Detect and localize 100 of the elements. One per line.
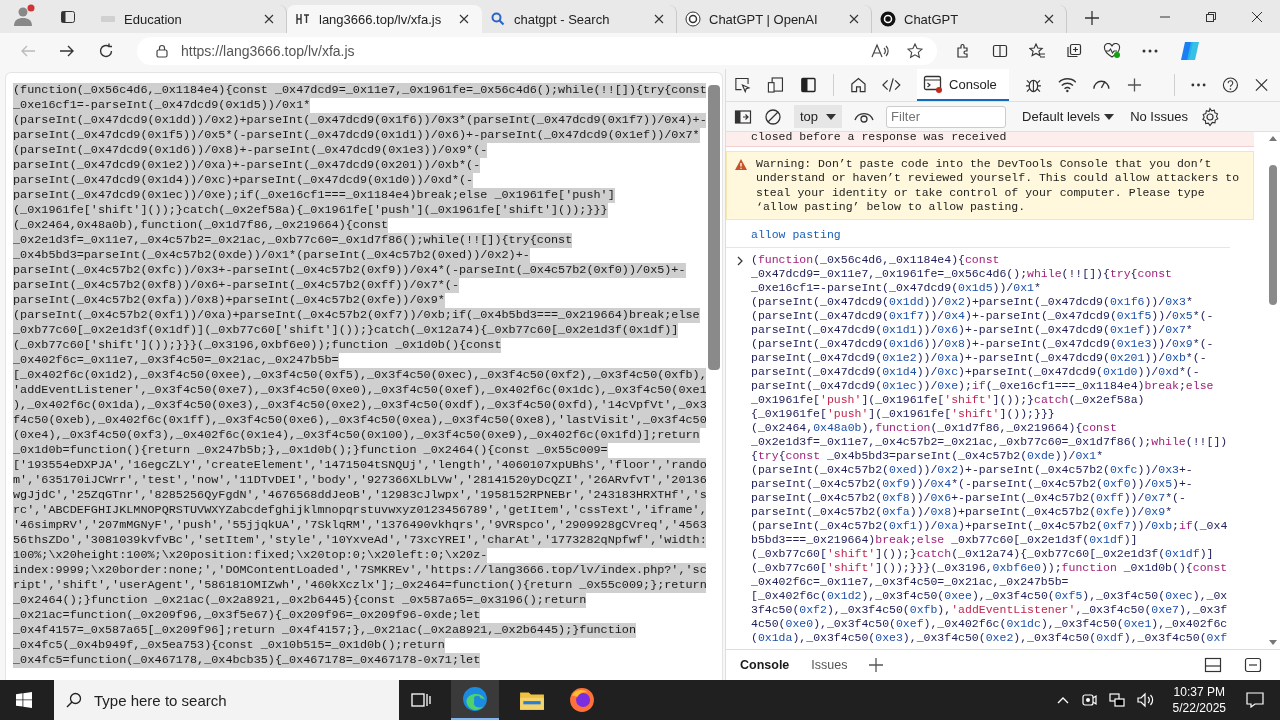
more-icon[interactable]: [1142, 49, 1158, 53]
console-command-text: allow pasting: [751, 227, 841, 241]
code-line: parseInt(_0x47dcd9(0x1ec))/0xe);if(_0xe16cf1===_0x1184e4)break;else: [751, 379, 1215, 393]
more-icon[interactable]: [1191, 83, 1207, 87]
network-icon[interactable]: [1108, 692, 1125, 708]
code-line: {try{const _0x4b5bd3=parseInt(_0x4c57b2(0xde))/0x1*: [751, 449, 1105, 463]
levels-dropdown[interactable]: Default levels: [1022, 109, 1115, 124]
code-line: _0x1961fe['push'](_0x1961fe['shift']());}catch(_0x2ef58a): [751, 393, 1146, 407]
context-dropdown[interactable]: top: [794, 105, 843, 128]
caret-icon: [1104, 113, 1115, 120]
plus-icon[interactable]: [1127, 77, 1143, 93]
search-icon: [490, 11, 506, 27]
code-line: parseInt(_0x47dcd9(0x1d4))/0xc)+parseInt(_0x47dcd9(0x1d0))/0xd*(-: [751, 365, 1201, 379]
clear-icon[interactable]: [764, 107, 782, 126]
inspect-icon[interactable]: [734, 76, 751, 94]
taskbar-search-field[interactable]: Type here to search: [54, 680, 399, 720]
code-line: _0x47dcd9=_0x11e7,_0x1961fe=_0x56c4d6();while(!![]){try{const: [751, 267, 1173, 281]
edge-icon[interactable]: [462, 686, 488, 712]
code-line: 3f4c50(0xf2),_0x3f4c50(0xfb),'addEventListener',_0x3f4c50(0xe7),_0x3f: [751, 603, 1228, 617]
close-icon[interactable]: [1252, 11, 1262, 22]
speaker-icon[interactable]: [1136, 692, 1155, 708]
search-icon: [66, 692, 82, 708]
close-icon[interactable]: [1044, 14, 1054, 24]
collections-icon[interactable]: [1066, 43, 1082, 59]
issues-count[interactable]: No Issues: [1130, 109, 1188, 124]
help-icon[interactable]: [1222, 76, 1239, 94]
scroll-down-icon[interactable]: [1269, 640, 1277, 645]
console-tab[interactable]: Console: [917, 69, 1009, 101]
close-icon[interactable]: [459, 14, 469, 24]
console-icon: [923, 75, 944, 93]
close-icon[interactable]: [849, 14, 859, 24]
address-bar[interactable]: https://lang3666.top/lv/xfa.js: [137, 37, 937, 65]
tab-actions-icon[interactable]: [60, 9, 76, 25]
chevron-icon[interactable]: [737, 256, 743, 266]
folder-icon[interactable]: [519, 689, 545, 711]
close-icon[interactable]: [1254, 78, 1268, 92]
dock-icon[interactable]: [1204, 657, 1222, 673]
scroll-thumb[interactable]: [1269, 165, 1277, 305]
warning-icon: [735, 158, 747, 170]
browser-tab[interactable]: lang3666.top/lv/xfa.js: [287, 5, 482, 33]
refresh-icon[interactable]: [98, 43, 114, 59]
read-aloud-icon[interactable]: [871, 43, 889, 59]
forward-icon[interactable]: [59, 43, 75, 59]
code-line: parseInt(_0x4c57b2(0xf9))/0x4*(-parseInt(_0x4c57b2(0xf0))/0x5)+-: [751, 477, 1194, 491]
drawer-tab[interactable]: Console: [740, 658, 790, 672]
caret-icon: [826, 113, 837, 120]
profile-icon[interactable]: [12, 4, 36, 28]
meet-now-icon[interactable]: [1080, 692, 1097, 708]
code-line: 4c50(0xe0),_0x3f4c50(0xef),_0x402f6c(0x1dc),_0x3f4c50(0xe1),_0x402f6c: [751, 617, 1228, 631]
plus-icon[interactable]: [869, 658, 884, 672]
drawer-tab[interactable]: Issues: [811, 658, 848, 672]
tab-title: ChatGPT: [904, 11, 960, 27]
sidebar-icon[interactable]: [734, 108, 752, 125]
code-line: parseInt(_0x47dcd9(0x1d1))/0x6)+-parseInt(_0x47dcd9(0x1ef))/0x7*: [751, 323, 1194, 337]
code-line: parseInt(_0x4c57b2(0xfa))/0x8)+parseInt(_0x4c57b2(0xfe))/0x9*: [751, 505, 1174, 519]
notification-icon[interactable]: [1246, 692, 1264, 708]
star-icon[interactable]: [907, 43, 923, 59]
close-icon[interactable]: [654, 14, 664, 24]
warning-text: Warning: Don’t paste code into the DevTools Console that you don’t understand or haven’t reviewed yourself. This could allow attackers to steal your identity or take control of your computer. Please type ‘allow pasting’ below to allow pasting.: [756, 156, 1240, 215]
tab-title: Education: [124, 11, 183, 27]
lock-icon: [155, 44, 169, 58]
tab-title: chatgpt - Search: [514, 11, 611, 27]
copilot-icon[interactable]: [1179, 40, 1201, 62]
close-icon[interactable]: [264, 14, 274, 24]
code-line: parseInt(_0x4c57b2(0xf8))/0x6+-parseInt(_0x4c57b2(0xff))/0x7*(-: [751, 491, 1187, 505]
scroll-up-icon[interactable]: [1269, 136, 1277, 141]
code-line: (0x1da),_0x3f4c50(0xe3),_0x3f4c50(0xe2),_0x3f4c50(0xdf),_0x3f4c50(0xf: [751, 631, 1228, 645]
favorites-icon[interactable]: [1029, 43, 1045, 59]
code-line: (_0x2464,0x48a0b),function(_0x1d7f86,_0x219664){const: [751, 421, 1118, 435]
code-icon[interactable]: [882, 76, 902, 94]
dock-icon[interactable]: [799, 76, 817, 94]
scroll-thumb[interactable]: [708, 85, 720, 370]
device-icon[interactable]: [766, 76, 784, 94]
tab-title: ChatGPT | OpenAI: [709, 11, 819, 27]
code-line: (parseInt(_0x4c57b2(0xed))/0x2)+-parseInt(_0x4c57b2(0xfc))/0x3+-: [751, 463, 1194, 477]
chevron-up-icon[interactable]: [1056, 696, 1069, 704]
clock-date[interactable]: 5/22/2025: [1172, 700, 1226, 716]
puzzle-icon[interactable]: [955, 43, 971, 59]
code-line: _0x2e1d3f=_0x11e7,_0x4c57b2=_0x21ac,_0xb77c60=_0x1d7f86();while(!![]): [751, 435, 1228, 449]
filter-field[interactable]: Filter: [886, 105, 1007, 128]
restore-icon[interactable]: [1206, 11, 1216, 22]
tab-title: lang3666.top/lv/xfa.js: [319, 11, 443, 27]
code-line: b5bd3===_0x219664)break;else _0xb77c60[_0x2e1d3f(0x1df)]: [751, 533, 1139, 547]
code-line: _0xe16cf1=-parseInt(_0x47dcd9(0x1d5))/0x1*: [751, 281, 1042, 295]
code-line: _0x402f6c=_0x11e7,_0x3f4c50=_0x21ac,_0x247b5b=: [751, 575, 1070, 589]
clock-time[interactable]: 10:37 PM: [1173, 684, 1225, 700]
collapse-icon[interactable]: [1244, 657, 1262, 673]
task-view-icon[interactable]: [411, 691, 431, 709]
split-screen-icon[interactable]: [992, 43, 1008, 59]
windows-start-icon[interactable]: [16, 692, 32, 708]
url-text: https://lang3666.top/lv/xfa.js: [181, 43, 356, 59]
home-icon[interactable]: [849, 76, 867, 94]
code-line: {_0x1961fe['push'](_0x1961fe['shift']());}}}: [751, 407, 1056, 421]
code-line: (parseInt(_0x47dcd9(0x1f7))/0x4)+-parseInt(_0x47dcd9(0x1f5))/0x5*(-: [751, 309, 1215, 323]
heart-pulse-icon[interactable]: [1103, 43, 1121, 59]
firefox-icon[interactable]: [569, 687, 595, 713]
settings-icon[interactable]: [1199, 106, 1220, 127]
code-line: (parseInt(_0x47dcd9(0x1d6))/0x8)+-parseInt(_0x47dcd9(0x1e3))/0x9*(-: [751, 337, 1215, 351]
wifi-icon[interactable]: [1057, 77, 1077, 93]
new-tab-icon[interactable]: [1085, 11, 1099, 25]
